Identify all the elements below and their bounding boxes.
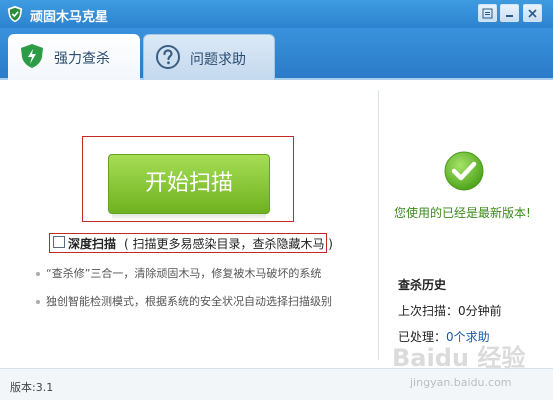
- status-message: 您使用的已经是最新版本!: [394, 206, 531, 220]
- menu-button[interactable]: [478, 4, 497, 22]
- history-title: 查杀历史: [398, 278, 447, 292]
- tab-scan[interactable]: 强力查杀: [8, 34, 140, 80]
- title-bar: 顽固木马克星: [0, 0, 553, 28]
- info-panel: [379, 82, 553, 368]
- watermark-logo: Baidu 经验: [392, 344, 526, 372]
- close-icon: [528, 9, 537, 18]
- deep-scan-label[interactable]: 深度扫描: [68, 235, 116, 252]
- help-icon: [156, 45, 180, 69]
- tab-scan-label: 强力查杀: [54, 51, 110, 67]
- feature-item: 独创智能检测模式，根据系统的安全状况自动选择扫描级别: [36, 293, 332, 309]
- menu-icon: [482, 8, 493, 19]
- minimize-button[interactable]: [500, 4, 519, 22]
- bullet-icon: [36, 272, 40, 276]
- feature-text: “查杀修”三合一，清除顽固木马，修复被木马破坏的系统: [46, 267, 322, 280]
- version-label: 版本:3.1: [10, 381, 54, 394]
- shield-icon: [21, 44, 43, 68]
- scan-button-shadow: [112, 214, 266, 220]
- shield-logo-icon: [7, 5, 23, 23]
- check-icon: [444, 151, 484, 191]
- last-scan-label: 上次扫描：: [398, 304, 459, 318]
- scan-panel: [0, 82, 378, 368]
- window-title: 顽固木马克星: [30, 10, 109, 25]
- tab-help-label: 问题求助: [190, 52, 246, 68]
- deep-scan-description: ( 扫描更多易感染目录，查杀隐藏木马 ): [124, 237, 333, 251]
- start-scan-button[interactable]: 开始扫描: [108, 154, 270, 214]
- feature-text: 独创智能检测模式，根据系统的安全状况自动选择扫描级别: [46, 295, 332, 308]
- tab-bar: 强力查杀 问题求助: [0, 28, 553, 80]
- minimize-icon: [506, 15, 513, 17]
- feature-item: “查杀修”三合一，清除顽固木马，修复被木马破坏的系统: [36, 265, 321, 281]
- watermark-url: jingyan.baidu.com: [410, 376, 512, 389]
- last-scan-value: 0分钟前: [458, 304, 502, 318]
- deep-scan-checkbox[interactable]: [53, 236, 65, 248]
- last-scan-row: 上次扫描：0分钟前: [398, 302, 502, 319]
- bullet-icon: [36, 300, 40, 304]
- watermark: Baidu 经验 jingyan.baidu.com: [392, 338, 550, 396]
- tab-help[interactable]: 问题求助: [143, 34, 275, 80]
- close-button[interactable]: [523, 4, 542, 22]
